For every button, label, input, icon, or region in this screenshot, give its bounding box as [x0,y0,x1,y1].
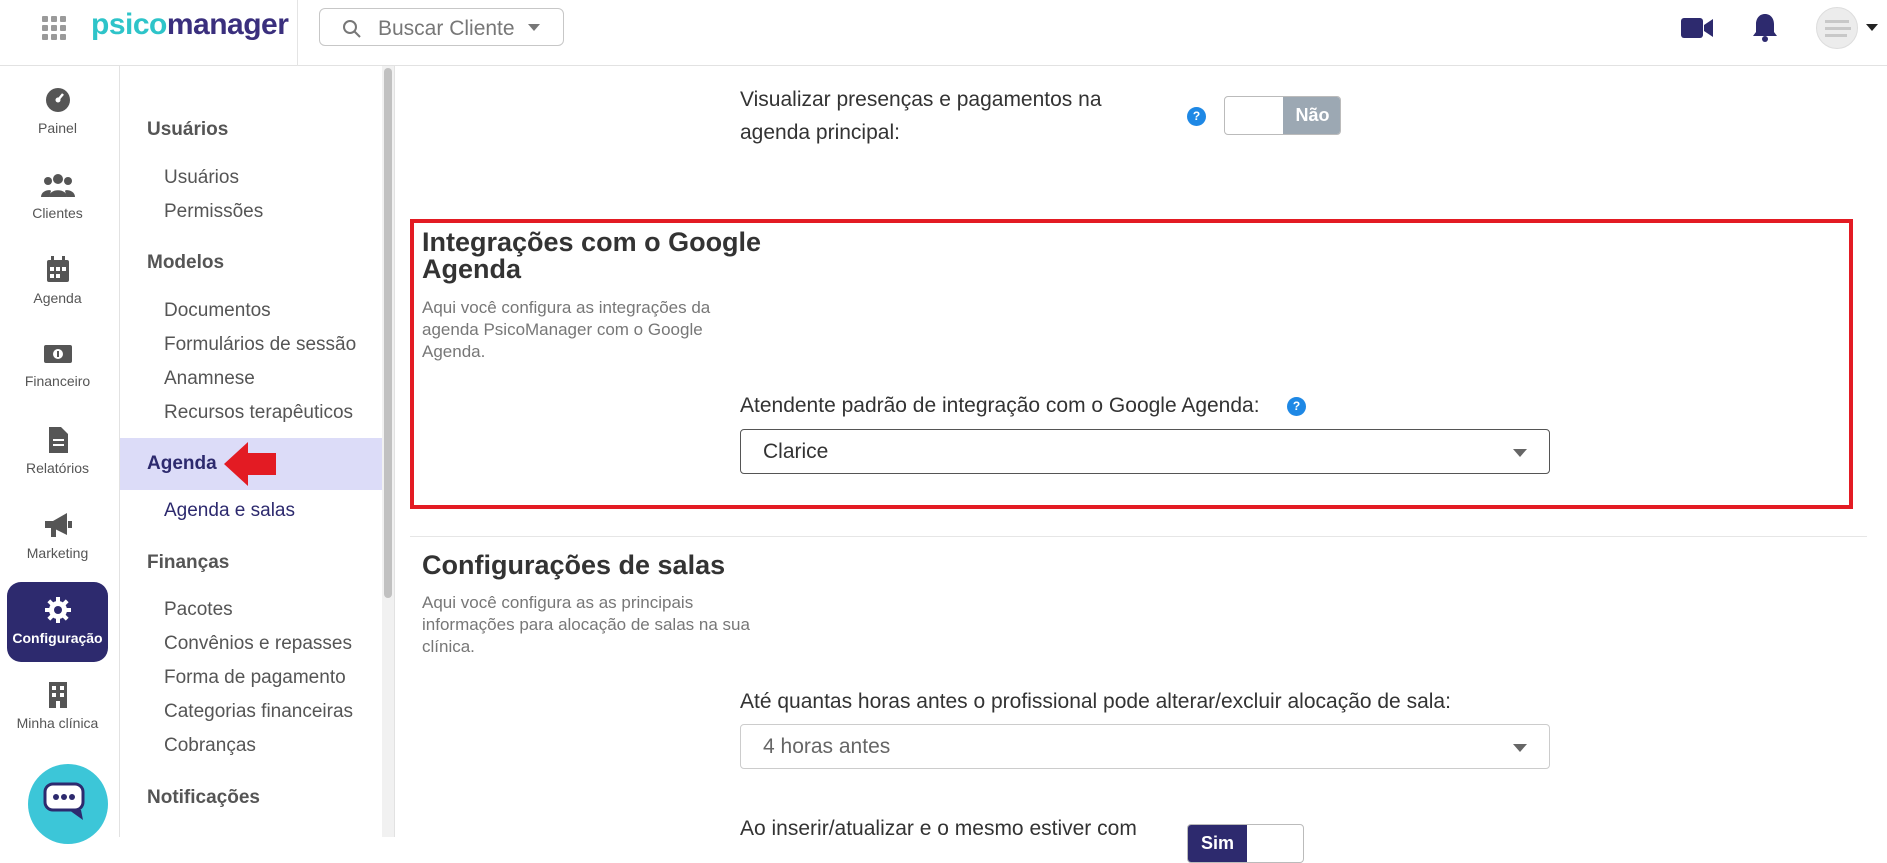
document-icon [48,427,68,453]
video-camera-icon[interactable] [1680,16,1714,40]
presencas-label-line1: Visualizar presenças e pagamentos na [740,88,1102,111]
user-menu-chevron-icon[interactable] [1866,24,1878,31]
avatar[interactable] [1816,7,1858,49]
menu-item-forma-pagamento[interactable]: Forma de pagamento [164,667,346,689]
google-section-desc-line2: agenda PsicoManager com o Google [422,320,703,339]
nav-agenda[interactable]: Agenda [7,242,108,322]
nav-minha-clinica[interactable]: Minha clínica [7,667,108,747]
nav-marketing[interactable]: Marketing [7,497,108,577]
money-icon [43,345,72,363]
help-icon[interactable]: ? [1187,107,1206,126]
menu-item-formularios[interactable]: Formulários de sessão [164,334,356,356]
menu-item-agenda-salas[interactable]: Agenda e salas [164,500,295,522]
search-placeholder: Buscar Cliente [378,17,515,40]
salas-section-desc-line3: clínica. [422,637,475,656]
menu-scrollbar[interactable] [382,66,394,837]
google-section-desc-line3: Agenda. [422,342,486,361]
bell-icon[interactable] [1751,12,1779,42]
dashboard-icon [45,88,70,112]
brand-logo[interactable]: psicomanager [91,8,289,42]
google-section-title-line2: Agenda [422,254,522,284]
menu-item-anamnese[interactable]: Anamnese [164,368,255,390]
topbar-divider [297,0,298,66]
menu-section-usuarios: Usuários [147,119,229,140]
menu-item-pacotes[interactable]: Pacotes [164,599,233,621]
red-arrow-annotation-icon [224,442,276,486]
presencas-label-line2: agenda principal: [740,121,900,144]
menu-scrollbar-thumb[interactable] [384,68,392,598]
nav-painel[interactable]: Painel [7,72,108,152]
menu-section-modelos: Modelos [147,252,225,273]
salas-section-title: Configurações de salas [422,550,726,580]
salas-section-desc-line1: Aqui você configura as as principais [422,593,694,612]
gear-icon [44,597,71,623]
salas-hours-label: Até quantas horas antes o profissional p… [740,690,1451,713]
client-search-input[interactable]: Buscar Cliente [319,8,564,46]
apps-grid-icon[interactable] [42,16,66,40]
salas-insert-label: Ao inserir/atualizar e o mesmo estiver c… [740,817,1137,840]
top-bar: psicomanager Buscar Cliente [0,0,1887,66]
nav-financeiro[interactable]: Financeiro [7,327,108,407]
google-default-attendant-label: Atendente padrão de integração com o Goo… [740,394,1260,417]
select-value: 4 horas antes [763,735,891,758]
nav-relatorios[interactable]: Relatórios [7,412,108,492]
menu-item-permissoes[interactable]: Permissões [164,201,263,223]
google-section-desc-line1: Aqui você configura as integrações da [422,298,711,317]
chevron-down-icon[interactable] [528,24,540,31]
menu-item-categorias[interactable]: Categorias financeiras [164,701,353,723]
menu-section-agenda[interactable]: Agenda [147,453,217,475]
google-default-attendant-select[interactable]: Clarice [740,429,1550,474]
menu-section-notificacoes: Notificações [147,787,260,808]
salas-insert-toggle[interactable]: Sim [1187,824,1304,863]
chevron-down-icon [1513,449,1527,457]
menu-item-documentos[interactable]: Documentos [164,300,271,322]
calendar-icon [46,256,69,282]
users-icon [40,174,75,197]
help-icon[interactable]: ? [1287,397,1306,416]
salas-hours-select[interactable]: 4 horas antes [740,724,1550,769]
section-divider [410,536,1867,537]
main-nav-rail: Painel Clientes Agenda Financeiro Relató… [0,66,120,844]
salas-section-desc-line2: informações para alocação de salas na su… [422,615,750,634]
chevron-down-icon [1513,744,1527,752]
menu-item-recursos[interactable]: Recursos terapêuticos [164,402,353,424]
select-value: Clarice [763,440,829,463]
chat-icon [43,782,85,820]
google-section-title-line1: Integrações com o Google [422,227,762,257]
building-icon [48,682,67,708]
toggle-value: Não [1283,97,1340,134]
menu-item-usuarios[interactable]: Usuários [164,167,239,189]
chat-support-button[interactable] [28,764,108,844]
nav-clientes[interactable]: Clientes [7,157,108,237]
nav-configuracao[interactable]: Configuração [7,582,108,662]
menu-item-cobrancas[interactable]: Cobranças [164,735,256,757]
megaphone-icon [44,513,72,537]
menu-section-financas: Finanças [147,552,230,573]
toggle-value: Sim [1188,825,1247,862]
presencas-toggle[interactable]: Não [1224,96,1341,135]
search-icon [343,20,361,38]
menu-item-convenios[interactable]: Convênios e repasses [164,633,352,655]
